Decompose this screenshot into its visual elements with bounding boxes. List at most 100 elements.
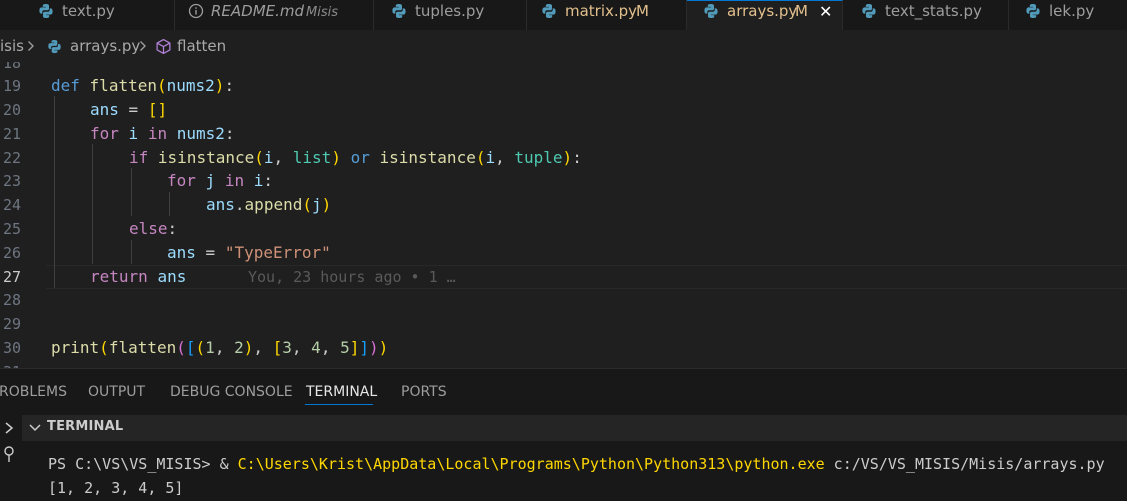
code-line[interactable]: else: bbox=[129, 218, 177, 240]
chevron-right-icon[interactable] bbox=[2, 421, 16, 435]
terminal-exe-path: C:\Users\Krist\AppData\Local\Programs\Py… bbox=[237, 455, 825, 473]
code-line[interactable]: return ans bbox=[90, 266, 186, 288]
line-number: 26 bbox=[2, 244, 21, 262]
line-number-current: 27 bbox=[2, 268, 21, 286]
breadcrumb-symbol[interactable]: flatten bbox=[177, 37, 226, 55]
breadcrumb-file[interactable]: arrays.py bbox=[70, 37, 140, 55]
indent-guide bbox=[92, 144, 93, 264]
code-token: 1 bbox=[205, 338, 215, 357]
code-token: in bbox=[147, 124, 168, 143]
tab-label: text.py bbox=[62, 2, 115, 20]
code-line[interactable]: def flatten(nums2): bbox=[51, 75, 234, 97]
line-number: 28 bbox=[2, 291, 21, 309]
chevron-right-icon bbox=[28, 41, 34, 51]
python-file-icon bbox=[704, 4, 718, 18]
chevron-right-icon bbox=[140, 41, 146, 51]
code-token: 5 bbox=[340, 338, 350, 357]
code-line[interactable]: ans = "TypeError" bbox=[167, 242, 331, 264]
code-token: ans bbox=[206, 195, 235, 214]
code-token: def bbox=[51, 76, 80, 95]
code-token: tuple bbox=[514, 148, 563, 167]
tab-label: tuples.py bbox=[415, 2, 485, 20]
tab-readme-md[interactable]: README.md Misis bbox=[175, 0, 374, 30]
terminal-script-arg: c:/VS/VS_MISIS/Misis/arrays.py bbox=[824, 455, 1105, 473]
code-token: [] bbox=[147, 100, 168, 119]
python-file-icon bbox=[392, 4, 406, 18]
indent-guide bbox=[131, 168, 132, 216]
tab-label: matrix.py bbox=[565, 2, 638, 20]
breadcrumb-folder[interactable]: isis bbox=[0, 37, 24, 55]
code-token: ans bbox=[167, 243, 196, 262]
code-token: j bbox=[311, 195, 322, 214]
line-number: 30 bbox=[2, 339, 21, 357]
tab-tuples-py[interactable]: tuples.py bbox=[374, 0, 527, 30]
code-token: isinstance bbox=[157, 148, 255, 167]
code-line[interactable]: for i in nums2: bbox=[90, 123, 235, 145]
code-token: "TypeError" bbox=[224, 243, 331, 262]
tab-label: text_stats.py bbox=[885, 2, 982, 20]
code-line[interactable]: ans = [] bbox=[90, 99, 167, 121]
code-editor[interactable]: 18 19 20 21 22 23 24 25 26 27 28 29 30 3… bbox=[0, 62, 1127, 368]
tab-problems[interactable]: ROBLEMS bbox=[0, 384, 67, 400]
code-line[interactable]: for j in i: bbox=[167, 170, 273, 192]
code-token: flatten bbox=[89, 76, 157, 95]
terminal-command-line: PS C:\VS\VS_MISIS> & C:\Users\Krist\AppD… bbox=[48, 455, 1105, 473]
code-token: append bbox=[244, 195, 303, 214]
terminal-prompt: PS C:\VS\VS_MISIS> & bbox=[48, 455, 238, 473]
line-number: 31 bbox=[0, 361, 21, 368]
bottom-panel: ROBLEMS OUTPUT DEBUG CONSOLE TERMINAL PO… bbox=[0, 368, 1127, 501]
info-icon bbox=[188, 3, 204, 19]
code-token: 3 bbox=[282, 338, 292, 357]
modified-badge: M bbox=[795, 2, 808, 20]
tab-terminal[interactable]: TERMINAL bbox=[306, 384, 377, 400]
code-token: j bbox=[205, 171, 216, 190]
terminal-output[interactable]: PS C:\VS\VS_MISIS> & C:\Users\Krist\AppD… bbox=[22, 441, 1127, 501]
code-token: i bbox=[128, 124, 139, 143]
python-file-icon bbox=[1026, 4, 1040, 18]
tab-label: arrays.py bbox=[727, 2, 798, 20]
method-cube-icon bbox=[156, 38, 171, 55]
code-token: i bbox=[253, 171, 264, 190]
line-number: 20 bbox=[2, 101, 21, 119]
debug-dot-icon[interactable] bbox=[2, 445, 16, 463]
tab-text-stats-py[interactable]: text_stats.py bbox=[843, 0, 1009, 30]
code-token: : bbox=[224, 76, 235, 95]
tab-lek-py[interactable]: lek.py bbox=[1009, 0, 1127, 30]
code-token: flatten bbox=[108, 338, 177, 357]
code-token: ans bbox=[90, 100, 119, 119]
tab-output[interactable]: OUTPUT bbox=[88, 384, 145, 400]
code-token: ans bbox=[157, 267, 187, 286]
tab-matrix-py[interactable]: matrix.py M bbox=[527, 0, 687, 30]
tab-ports[interactable]: PORTS bbox=[401, 384, 447, 400]
tab-text-py[interactable]: text.py bbox=[0, 0, 175, 30]
tab-label: lek.py bbox=[1049, 2, 1095, 20]
editor-tab-bar: text.py README.md Misis tuples.py matrix… bbox=[0, 0, 1127, 30]
line-number: 22 bbox=[2, 149, 21, 167]
code-token: else bbox=[129, 219, 168, 238]
chevron-down-icon[interactable] bbox=[29, 423, 41, 433]
line-number: 24 bbox=[2, 196, 21, 214]
python-file-icon bbox=[39, 4, 53, 18]
code-token: print bbox=[51, 338, 100, 357]
close-icon[interactable]: ✕ bbox=[819, 1, 832, 23]
tab-debug-console[interactable]: DEBUG CONSOLE bbox=[170, 384, 293, 400]
git-blame-annotation[interactable]: You, 23 hours ago • 1 … bbox=[248, 266, 456, 288]
modified-badge: M bbox=[636, 2, 649, 20]
line-number: 19 bbox=[2, 77, 21, 95]
code-line[interactable]: ans.append(j) bbox=[206, 194, 331, 216]
code-token: or bbox=[350, 148, 370, 167]
terminal-title: TERMINAL bbox=[47, 419, 124, 434]
terminal-side-strip bbox=[0, 409, 22, 501]
terminal-section-header[interactable]: TERMINAL bbox=[22, 415, 1127, 441]
code-token: = bbox=[205, 243, 216, 262]
code-token: if bbox=[129, 148, 149, 167]
code-line[interactable]: if isinstance(i, list) or isinstance(i, … bbox=[129, 147, 582, 169]
code-line[interactable]: print(flatten([(1, 2), [3, 4, 5]])) bbox=[51, 337, 388, 359]
tab-arrays-py[interactable]: arrays.py M ✕ bbox=[687, 0, 843, 30]
python-file-icon bbox=[48, 39, 61, 54]
indent-guide bbox=[169, 192, 170, 216]
code-token: = bbox=[128, 100, 139, 119]
tab-label: README.md bbox=[211, 2, 305, 20]
line-number: 23 bbox=[2, 172, 21, 190]
terminal-output-line: [1, 2, 3, 4, 5] bbox=[48, 479, 184, 497]
